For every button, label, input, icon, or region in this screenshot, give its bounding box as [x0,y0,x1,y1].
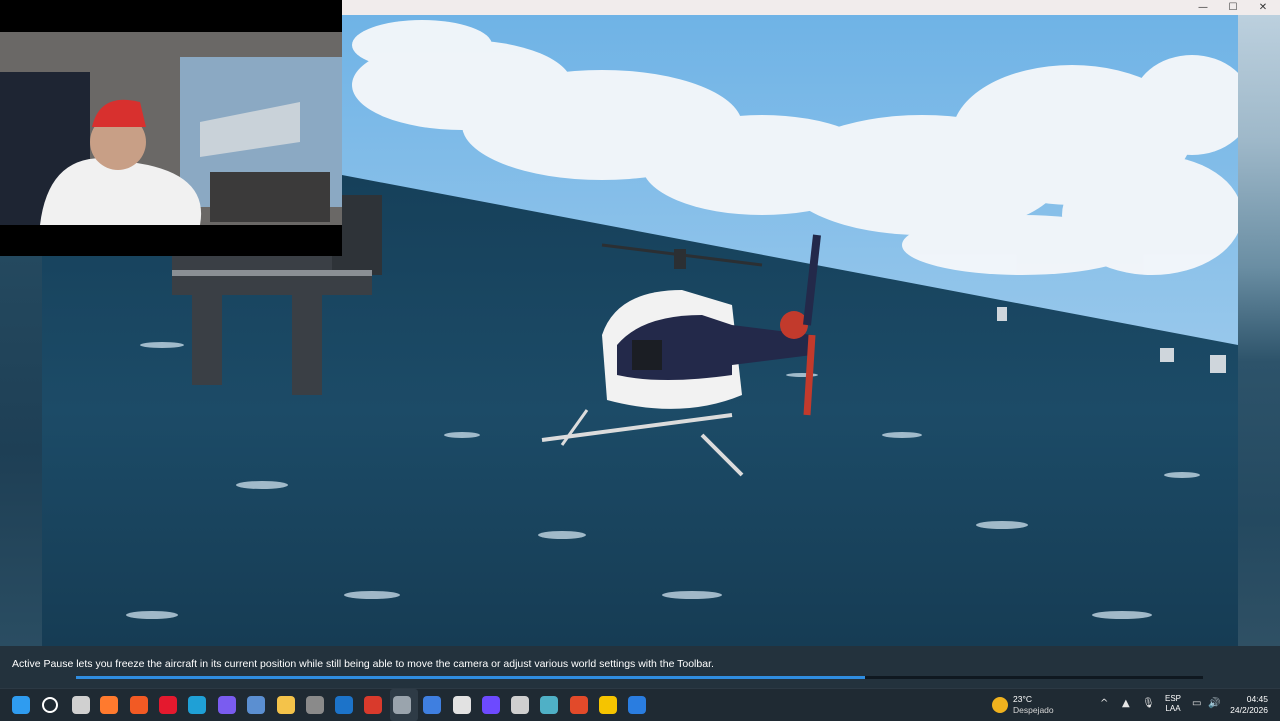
system-clock[interactable]: 04:45 24/2/2026 [1222,694,1268,716]
show-hidden-icons-chevron[interactable]: ^ [1100,698,1108,710]
file-explorer-icon[interactable] [277,696,295,714]
taskbar: 23°C Despejado ^ ▲ 🎙 ESP LAA ▭ 🔊 04:45 2… [0,688,1280,721]
loading-progress-track [76,676,1203,679]
copilot-icon[interactable] [218,696,236,714]
windows-start-icon[interactable] [12,696,30,714]
clock-time: 04:45 [1246,694,1268,704]
weather-description[interactable]: Despejado [1013,705,1054,715]
minimize-button[interactable]: — [1188,0,1218,15]
webcam-feed [0,32,342,225]
pac-man-icon[interactable] [599,696,617,714]
proton-vpn-icon[interactable] [482,696,500,714]
task-view-icon[interactable] [72,696,90,714]
language-code: ESP [1165,694,1182,703]
left-blur-panel [0,256,42,646]
loading-tip-bar: Active Pause lets you freeze the aircraf… [0,646,1280,688]
settings-app-icon[interactable] [247,696,265,714]
loading-progress-fill [76,676,865,679]
clock-date: 24/2/2026 [1230,705,1268,715]
right-blur-panel [1238,15,1280,646]
news-app-icon[interactable] [364,696,382,714]
app-tray-icon[interactable]: ▲ [1122,698,1130,710]
language-indicator[interactable]: ESP LAA [1165,694,1181,714]
pg-app-icon[interactable] [628,696,646,714]
calculator-icon[interactable] [306,696,324,714]
volume-icon[interactable]: 🔊 [1208,698,1220,710]
window-titlebar [342,0,1280,15]
flight-simulator-icon[interactable] [393,696,411,714]
plus-app-icon[interactable] [423,696,441,714]
close-button[interactable]: ✕ [1248,0,1278,15]
search-icon[interactable] [42,697,58,713]
keyboard-layout: LAA [1165,704,1181,713]
moon-icon[interactable] [992,697,1008,713]
earth-icon[interactable] [540,696,558,714]
game-launcher-icon[interactable] [570,696,588,714]
opera-icon[interactable] [159,696,177,714]
weather-temperature[interactable]: 23°C [1013,694,1032,704]
edge-icon[interactable] [188,696,206,714]
chat-app-icon[interactable] [453,696,471,714]
obs-studio-icon[interactable] [511,696,529,714]
outlook-icon[interactable] [335,696,353,714]
microphone-icon[interactable]: 🎙 [1142,698,1155,710]
network-icon[interactable]: ▭ [1192,698,1201,710]
tip-text: Active Pause lets you freeze the aircraf… [12,658,714,670]
brave-icon[interactable] [130,696,148,714]
maximize-button[interactable]: ☐ [1218,0,1248,15]
firefox-icon[interactable] [100,696,118,714]
webcam-overlay [0,0,342,256]
